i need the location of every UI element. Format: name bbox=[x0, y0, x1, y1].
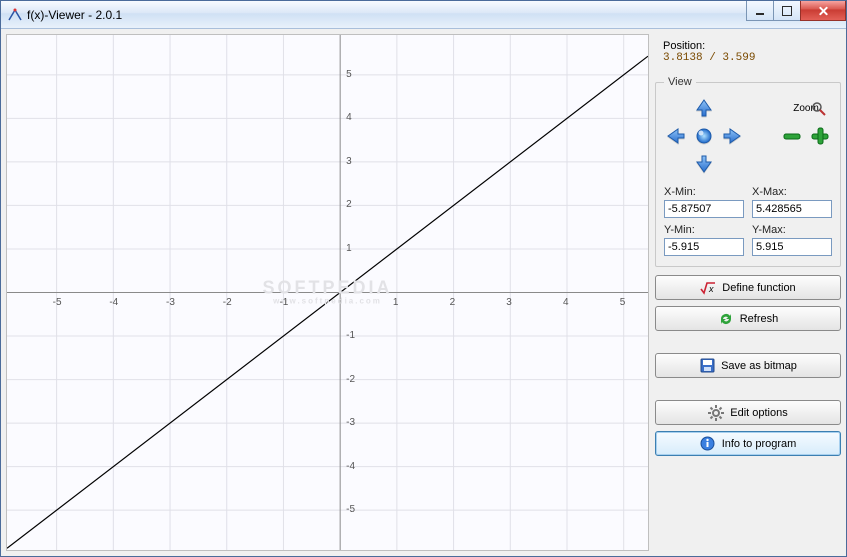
x-tick-label: 3 bbox=[506, 297, 512, 308]
maximize-button[interactable] bbox=[773, 1, 801, 21]
pan-right-button[interactable] bbox=[721, 125, 743, 147]
svg-text:x: x bbox=[708, 284, 714, 294]
x-tick-label: -5 bbox=[53, 297, 62, 308]
x-tick-label: -4 bbox=[109, 297, 118, 308]
y-tick-label: 1 bbox=[346, 243, 352, 254]
x-tick-label: 5 bbox=[620, 297, 626, 308]
x-tick-label: -1 bbox=[279, 297, 288, 308]
pan-left-button[interactable] bbox=[665, 125, 687, 147]
refresh-button[interactable]: Refresh bbox=[655, 306, 841, 331]
side-panel: Position: 3.8138 / 3.599 View Zoom bbox=[655, 34, 841, 551]
titlebar[interactable]: f(x)-Viewer - 2.0.1 bbox=[1, 1, 846, 29]
edit-options-button[interactable]: Edit options bbox=[655, 400, 841, 425]
info-icon bbox=[700, 436, 716, 452]
chart-canvas bbox=[7, 35, 648, 550]
zoom-in-button[interactable] bbox=[809, 125, 831, 147]
x-tick-label: -3 bbox=[166, 297, 175, 308]
info-button[interactable]: Info to program bbox=[655, 431, 841, 456]
ymax-input[interactable] bbox=[752, 238, 832, 256]
gear-icon bbox=[708, 405, 724, 421]
nav-controls: Zoom bbox=[664, 96, 832, 176]
pan-down-button[interactable] bbox=[693, 153, 715, 175]
zoom-out-button[interactable] bbox=[781, 125, 803, 147]
xmax-label: X-Max: bbox=[752, 186, 832, 198]
y-tick-label: -4 bbox=[346, 461, 355, 472]
y-tick-label: -5 bbox=[346, 504, 355, 515]
zoom-label: Zoom bbox=[793, 103, 819, 114]
y-tick-label: -1 bbox=[346, 330, 355, 341]
ymax-label: Y-Max: bbox=[752, 224, 832, 236]
magnifier-icon bbox=[811, 101, 827, 117]
y-tick-label: -3 bbox=[346, 417, 355, 428]
save-icon bbox=[699, 358, 715, 374]
position-label: Position: bbox=[663, 40, 833, 52]
xmin-label: X-Min: bbox=[664, 186, 744, 198]
sqrt-icon: x bbox=[700, 280, 716, 296]
pan-up-button[interactable] bbox=[693, 97, 715, 119]
window-buttons bbox=[747, 1, 846, 21]
close-button[interactable] bbox=[800, 1, 846, 21]
x-tick-label: 1 bbox=[393, 297, 399, 308]
app-icon bbox=[7, 7, 23, 23]
ymin-input[interactable] bbox=[664, 238, 744, 256]
minimize-button[interactable] bbox=[746, 1, 774, 21]
save-bitmap-button[interactable]: Save as bitmap bbox=[655, 353, 841, 378]
window: f(x)-Viewer - 2.0.1 SOFTPEDIA www.softpe… bbox=[0, 0, 847, 557]
y-tick-label: -2 bbox=[346, 374, 355, 385]
client-area: SOFTPEDIA www.softpedia.com -5-4-3-2-112… bbox=[1, 29, 846, 556]
y-tick-label: 2 bbox=[346, 199, 352, 210]
y-tick-label: 4 bbox=[346, 112, 352, 123]
x-tick-label: 4 bbox=[563, 297, 569, 308]
window-title: f(x)-Viewer - 2.0.1 bbox=[27, 8, 844, 22]
y-tick-label: 3 bbox=[346, 156, 352, 167]
x-tick-label: -2 bbox=[223, 297, 232, 308]
plot-area[interactable]: SOFTPEDIA www.softpedia.com -5-4-3-2-112… bbox=[6, 34, 649, 551]
refresh-icon bbox=[718, 311, 734, 327]
view-panel: View Zoom bbox=[655, 76, 841, 267]
xmax-input[interactable] bbox=[752, 200, 832, 218]
y-tick-label: 5 bbox=[346, 69, 352, 80]
define-function-button[interactable]: x Define function bbox=[655, 275, 841, 300]
recenter-button[interactable] bbox=[693, 125, 715, 147]
view-legend: View bbox=[664, 76, 696, 88]
x-tick-label: 2 bbox=[450, 297, 456, 308]
position-readout: Position: 3.8138 / 3.599 bbox=[655, 34, 841, 70]
ymin-label: Y-Min: bbox=[664, 224, 744, 236]
position-value: 3.8138 / 3.599 bbox=[663, 52, 833, 64]
xmin-input[interactable] bbox=[664, 200, 744, 218]
